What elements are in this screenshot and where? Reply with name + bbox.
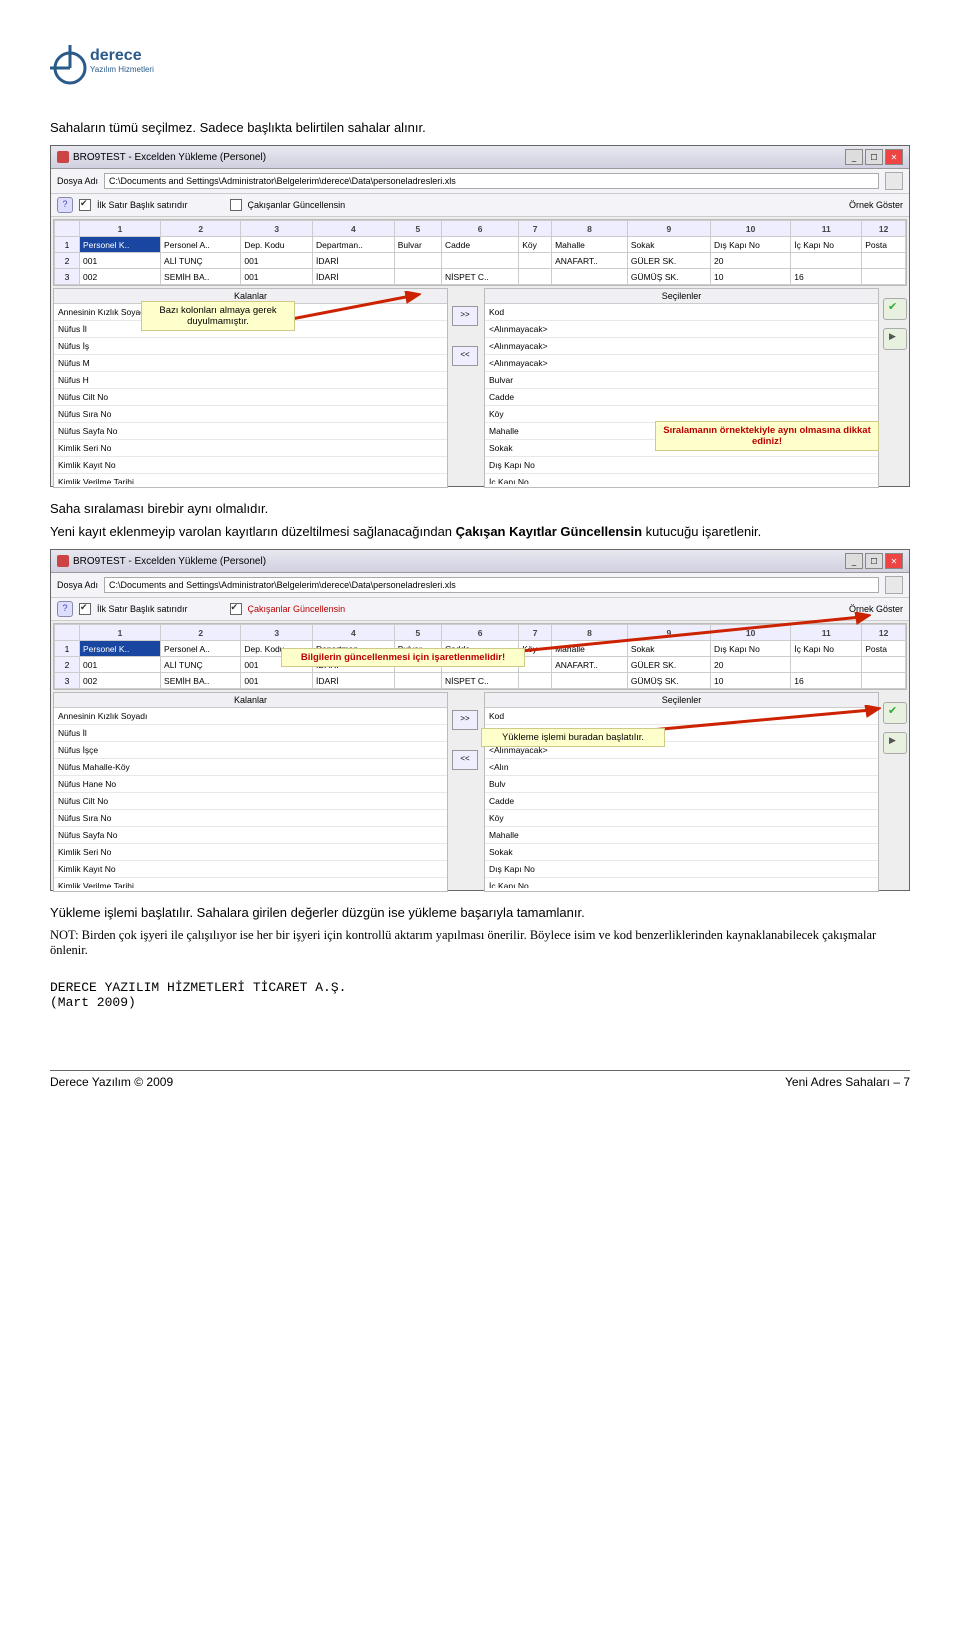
list-item[interactable]: Nüfus Sayfa No bbox=[54, 423, 447, 440]
note-text: NOT: Birden çok işyeri ile çalışılıyor i… bbox=[50, 928, 910, 958]
minimize-button[interactable]: _ bbox=[845, 553, 863, 569]
titlebar: BRO9TEST - Excelden Yükleme (Personel) _… bbox=[51, 146, 909, 169]
confirm-icon[interactable] bbox=[883, 702, 907, 724]
list-item[interactable]: Nüfus Hane No bbox=[54, 776, 447, 793]
list-item[interactable]: Kimlik Verilme Tarihi bbox=[54, 474, 447, 484]
list-item[interactable]: Kimlik Kayıt No bbox=[54, 861, 447, 878]
intro-text-1: Sahaların tümü seçilmez. Sadece başlıkta… bbox=[50, 120, 910, 135]
callout-order: Sıralamanın örnektekiyle aynı olmasına d… bbox=[655, 421, 879, 451]
list-item[interactable]: Nüfus Sayfa No bbox=[54, 827, 447, 844]
file-label: Dosya Adı bbox=[57, 580, 98, 590]
svg-text:Yazılım Hizmetleri: Yazılım Hizmetleri bbox=[90, 65, 154, 74]
list-item[interactable]: Dış Kapı No bbox=[485, 457, 878, 474]
preview-grid: 123456789101112 1Personel K..Personel A.… bbox=[53, 219, 907, 286]
table-row[interactable]: 1Personel K..Personel A..Dep. KoduDepart… bbox=[55, 237, 906, 253]
table-row[interactable]: 3002SEMİH BA..001İDARİNİSPET C..GÜMÜŞ SK… bbox=[55, 269, 906, 285]
list-item[interactable]: Nüfus M bbox=[54, 355, 447, 372]
list-item[interactable]: Köy bbox=[485, 810, 878, 827]
window-title: BRO9TEST - Excelden Yükleme (Personel) bbox=[73, 556, 266, 567]
browse-button[interactable] bbox=[885, 576, 903, 594]
list-item[interactable]: Sokak bbox=[485, 844, 878, 861]
logo-mark: derece Yazılım Hizmetleri bbox=[50, 40, 190, 90]
close-button[interactable]: ✕ bbox=[885, 149, 903, 165]
list-item[interactable]: Kimlik Verilme Tarihi bbox=[54, 878, 447, 888]
list-item[interactable]: Annesinin Kızlık Soyadı bbox=[54, 708, 447, 725]
list-item[interactable]: Kimlik Kayıt No bbox=[54, 457, 447, 474]
list-item[interactable]: <Alın bbox=[485, 759, 878, 776]
svg-text:derece: derece bbox=[90, 47, 142, 64]
chk1-label: İlk Satır Başlık satırıdır bbox=[97, 604, 188, 614]
selected-list: Seçilenler Kod<Alınmayacak><Alınmayacak>… bbox=[484, 288, 879, 488]
file-path-input[interactable]: C:\Documents and Settings\Administrator\… bbox=[104, 173, 879, 189]
list-item[interactable]: Nüfus Sıra No bbox=[54, 810, 447, 827]
paragraph-3: Yeni kayıt eklenmeyip varolan kayıtların… bbox=[50, 524, 910, 539]
list-item[interactable]: Bulv bbox=[485, 776, 878, 793]
list-item[interactable]: Nüfus Cilt No bbox=[54, 389, 447, 406]
file-label: Dosya Adı bbox=[57, 176, 98, 186]
chk2-label: Çakışanlar Güncellensin bbox=[248, 604, 346, 614]
list-item[interactable]: Nüfus Mahalle-Köy bbox=[54, 759, 447, 776]
footer-left: Derece Yazılım © 2009 bbox=[50, 1075, 173, 1089]
help-icon[interactable]: ? bbox=[57, 197, 73, 213]
window-title: BRO9TEST - Excelden Yükleme (Personel) bbox=[73, 152, 266, 163]
list-item[interactable]: Nüfus Sıra No bbox=[54, 406, 447, 423]
list-item[interactable]: Nüfus İl bbox=[54, 725, 447, 742]
list-item[interactable]: Cadde bbox=[485, 793, 878, 810]
logo: derece Yazılım Hizmetleri bbox=[50, 40, 910, 90]
list-item[interactable]: <Alınmayacak> bbox=[485, 321, 878, 338]
signature-company: DERECE YAZILIM HİZMETLERİ TİCARET A.Ş. bbox=[50, 980, 910, 995]
list-item[interactable]: Kod bbox=[485, 304, 878, 321]
sample-show-link[interactable]: Örnek Göster bbox=[849, 200, 903, 210]
list-item[interactable]: <Alınmayacak> bbox=[485, 355, 878, 372]
list-item[interactable]: Nüfus Cilt No bbox=[54, 793, 447, 810]
list-item[interactable]: Dış Kapı No bbox=[485, 861, 878, 878]
close-button[interactable]: ✕ bbox=[885, 553, 903, 569]
table-row[interactable]: 3002SEMİH BA..001İDARİNİSPET C..GÜMÜŞ SK… bbox=[55, 673, 906, 689]
move-right-button[interactable]: >> bbox=[452, 306, 478, 326]
confirm-icon[interactable] bbox=[883, 298, 907, 320]
list-item[interactable]: Nüfus H bbox=[54, 372, 447, 389]
browse-button[interactable] bbox=[885, 172, 903, 190]
update-conflicts-checkbox[interactable] bbox=[230, 603, 242, 615]
chk1-label: İlk Satır Başlık satırıdır bbox=[97, 200, 188, 210]
list-item[interactable]: Nüfus İşçe bbox=[54, 742, 447, 759]
list-item[interactable]: Kimlik Seri No bbox=[54, 440, 447, 457]
list-item[interactable]: Cadde bbox=[485, 389, 878, 406]
list-item[interactable]: Bulvar bbox=[485, 372, 878, 389]
callout-some-columns: Bazı kolonları almaya gerek duyulmamıştı… bbox=[141, 301, 295, 331]
list-item[interactable]: Mahalle bbox=[485, 827, 878, 844]
list-item[interactable]: İç Kapı No bbox=[485, 474, 878, 484]
remaining-list: Kalanlar Annesinin Kızlık SoyadıNüfus İl… bbox=[53, 692, 448, 892]
callout-start-here: Yükleme işlemi buradan başlatılır. bbox=[481, 728, 665, 747]
list-item[interactable]: Nüfus İş bbox=[54, 338, 447, 355]
move-right-button[interactable]: >> bbox=[452, 710, 478, 730]
minimize-button[interactable]: _ bbox=[845, 149, 863, 165]
footer-right: Yeni Adres Sahaları – 7 bbox=[785, 1075, 910, 1089]
list-item[interactable]: <Alınmayacak> bbox=[485, 338, 878, 355]
paragraph-4: Yükleme işlemi başlatılır. Sahalara giri… bbox=[50, 905, 910, 920]
paragraph-2: Saha sıralaması birebir aynı olmalıdır. bbox=[50, 501, 910, 516]
app-window-2: BRO9TEST - Excelden Yükleme (Personel) _… bbox=[50, 549, 910, 891]
chk2-label: Çakışanlar Güncellensin bbox=[248, 200, 346, 210]
first-row-header-checkbox[interactable] bbox=[79, 199, 91, 211]
first-row-header-checkbox[interactable] bbox=[79, 603, 91, 615]
file-path-input[interactable]: C:\Documents and Settings\Administrator\… bbox=[104, 577, 879, 593]
list-item[interactable]: İç Kapı No bbox=[485, 878, 878, 888]
app-icon bbox=[57, 151, 69, 163]
help-icon[interactable]: ? bbox=[57, 601, 73, 617]
app-icon bbox=[57, 555, 69, 567]
list-item[interactable]: Kimlik Seri No bbox=[54, 844, 447, 861]
move-left-button[interactable]: << bbox=[452, 346, 478, 366]
table-row[interactable]: 2001ALİ TUNÇ001İDARİANAFART..GÜLER SK.20 bbox=[55, 253, 906, 269]
move-left-button[interactable]: << bbox=[452, 750, 478, 770]
update-conflicts-checkbox[interactable] bbox=[230, 199, 242, 211]
signature-date: (Mart 2009) bbox=[50, 995, 910, 1010]
run-icon[interactable] bbox=[883, 328, 907, 350]
titlebar: BRO9TEST - Excelden Yükleme (Personel) _… bbox=[51, 550, 909, 573]
run-icon[interactable] bbox=[883, 732, 907, 754]
maximize-button[interactable]: ☐ bbox=[865, 553, 883, 569]
maximize-button[interactable]: ☐ bbox=[865, 149, 883, 165]
callout-mark-for-update: Bilgilerin güncellenmesi için işaretlenm… bbox=[281, 648, 525, 667]
app-window-1: BRO9TEST - Excelden Yükleme (Personel) _… bbox=[50, 145, 910, 487]
